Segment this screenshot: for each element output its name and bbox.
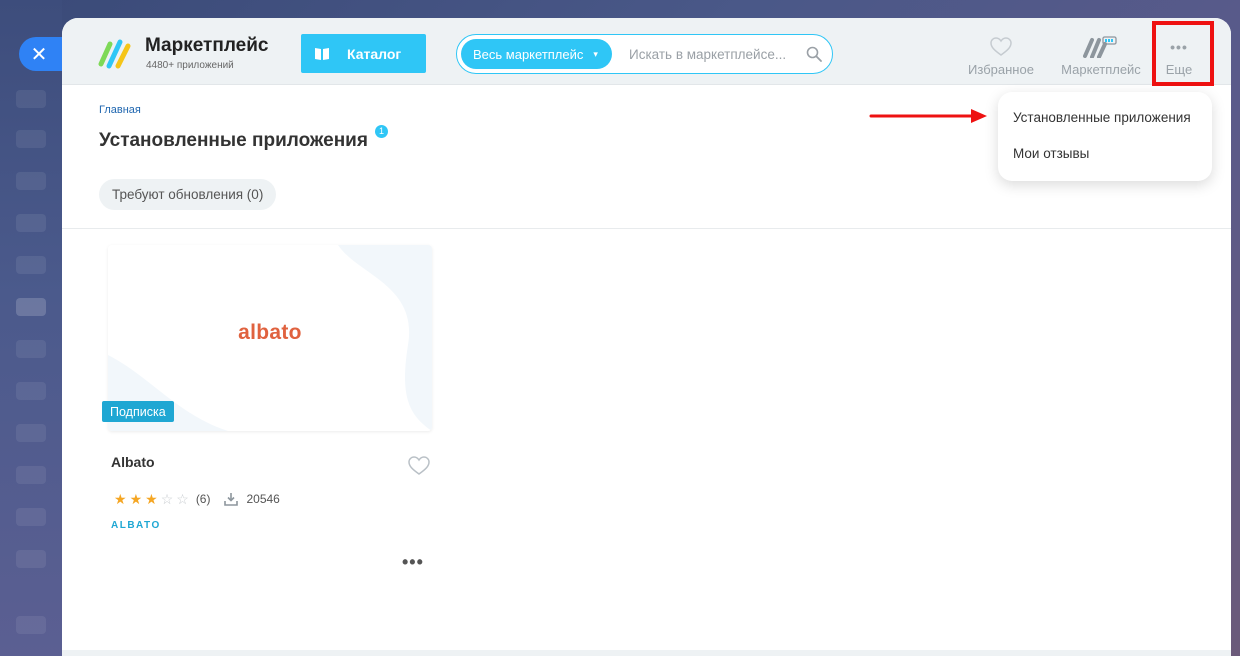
catalog-label: Каталог — [347, 45, 402, 62]
marketplace-icon — [1083, 36, 1117, 58]
search-bar: Весь маркетплейс ▾ — [456, 34, 833, 74]
background-item — [16, 550, 46, 568]
subscription-badge: Подписка — [102, 401, 174, 422]
chevron-down-icon: ▾ — [593, 48, 598, 59]
menu-item-my-reviews[interactable]: Мои отзывы — [1013, 146, 1089, 161]
background-item — [16, 340, 46, 358]
count-badge: 1 — [375, 125, 388, 138]
marketplace-logo-icon — [98, 39, 131, 69]
background-item — [16, 90, 46, 108]
marketplace-header: Маркетплейс 4480+ приложений Каталог Вес… — [62, 18, 1231, 85]
brand-subtitle: 4480+ приложений — [146, 60, 234, 71]
star-empty-icon: ☆ — [176, 491, 189, 507]
marketplace-window: Маркетплейс 4480+ приложений Каталог Вес… — [62, 18, 1231, 656]
highlight-annotation — [1152, 21, 1214, 86]
divider — [62, 228, 1231, 229]
search-scope-select[interactable]: Весь маркетплейс ▾ — [461, 39, 612, 69]
brand-title: Маркетплейс — [145, 35, 269, 56]
background-item — [16, 424, 46, 442]
download-count: 20546 — [246, 492, 280, 506]
vendor-link[interactable]: ALBATO — [111, 520, 161, 531]
more-dropdown-menu: Установленные приложения Мои отзывы — [998, 92, 1212, 181]
breadcrumb-home[interactable]: Главная — [99, 104, 141, 116]
star-filled-icon: ★ — [145, 491, 158, 507]
nav-favorites[interactable]: Избранное — [965, 36, 1037, 77]
background-item — [16, 382, 46, 400]
background-item — [16, 214, 46, 232]
card-more-button[interactable]: ••• — [402, 552, 424, 573]
albato-logo: albato — [238, 321, 302, 344]
nav-marketplace[interactable]: Маркетплейс — [1058, 36, 1144, 77]
close-icon: ✕ — [30, 43, 48, 66]
menu-item-installed-apps[interactable]: Установленные приложения — [1013, 110, 1191, 125]
rating-stars: ★ ★ ★ ☆ ☆ — [114, 492, 192, 506]
background-item — [16, 298, 46, 316]
book-icon — [315, 48, 329, 60]
close-slider-button[interactable]: ✕ — [19, 37, 65, 71]
nav-marketplace-label: Маркетплейс — [1061, 62, 1141, 77]
search-input[interactable] — [629, 41, 799, 67]
catalog-button[interactable]: Каталог — [301, 34, 426, 73]
star-filled-icon: ★ — [114, 491, 127, 507]
heart-icon — [990, 37, 1012, 56]
app-rating: ★ ★ ★ ☆ ☆ (6) 20546 — [114, 492, 280, 506]
background-item — [16, 616, 46, 634]
page-title: Установленные приложения — [99, 130, 368, 151]
search-icon[interactable] — [806, 46, 822, 62]
background-sidebar — [0, 0, 62, 656]
background-item — [16, 172, 46, 190]
search-scope-label: Весь маркетплейс — [473, 46, 584, 62]
filter-needs-update[interactable]: Требуют обновления (0) — [99, 179, 277, 210]
background-item — [16, 466, 46, 484]
favorite-heart-icon[interactable] — [408, 456, 430, 476]
download-icon — [224, 492, 239, 506]
app-name[interactable]: Albato — [111, 454, 155, 470]
nav-favorites-label: Избранное — [968, 62, 1034, 77]
rating-count: (6) — [195, 492, 211, 506]
background-item — [16, 508, 46, 526]
star-empty-icon: ☆ — [160, 491, 174, 507]
star-filled-icon: ★ — [129, 491, 143, 507]
background-item — [16, 256, 46, 274]
arrow-annotation-icon — [869, 109, 987, 123]
background-item — [16, 130, 46, 148]
bottom-bar — [62, 650, 1231, 656]
